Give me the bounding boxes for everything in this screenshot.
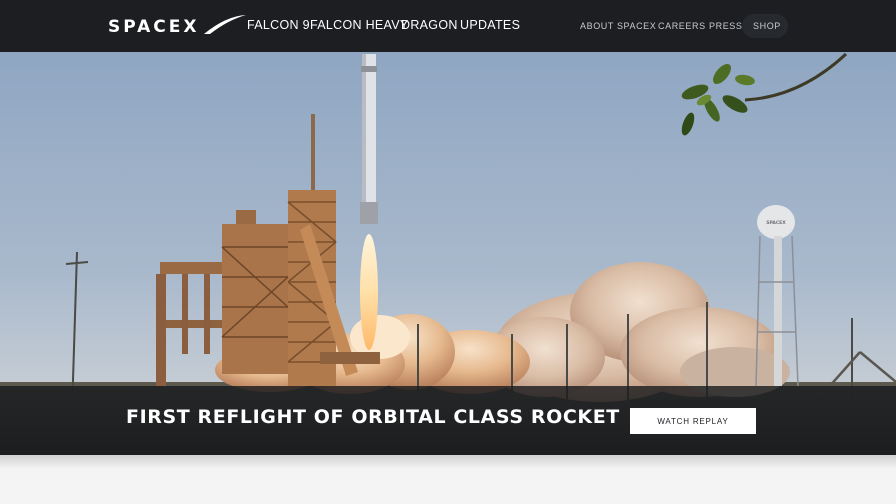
nav-link-falcon-heavy[interactable]: FALCON HEAVY: [310, 18, 409, 32]
nav-link-falcon-9[interactable]: FALCON 9: [247, 18, 310, 32]
logo-wordmark: SPACEX: [108, 17, 200, 37]
top-navigation-bar: SPACEX FALCON 9 FALCON HEAVY DRAGON UPDA…: [0, 0, 896, 52]
nav-link-press[interactable]: PRESS: [709, 21, 743, 31]
nav-link-dragon[interactable]: DRAGON: [401, 18, 458, 32]
watch-replay-button[interactable]: WATCH REPLAY: [630, 408, 756, 434]
nav-link-updates[interactable]: UPDATES: [460, 18, 520, 32]
spacex-logo[interactable]: SPACEX: [108, 12, 248, 38]
nav-link-careers[interactable]: CAREERS: [658, 21, 706, 31]
page-content-below-fold: [0, 455, 896, 504]
water-tower-logo: SPACEX: [766, 220, 786, 226]
hero-headline: FIRST REFLIGHT OF ORBITAL CLASS ROCKET: [126, 406, 620, 428]
falcon-9-rocket: [360, 54, 378, 224]
nav-link-about-spacex[interactable]: ABOUT SPACEX: [580, 21, 656, 31]
hero-caption-banner: FIRST REFLIGHT OF ORBITAL CLASS ROCKET W…: [0, 386, 896, 455]
nav-link-shop[interactable]: SHOP: [753, 21, 781, 31]
rocket-flame: [360, 234, 378, 350]
